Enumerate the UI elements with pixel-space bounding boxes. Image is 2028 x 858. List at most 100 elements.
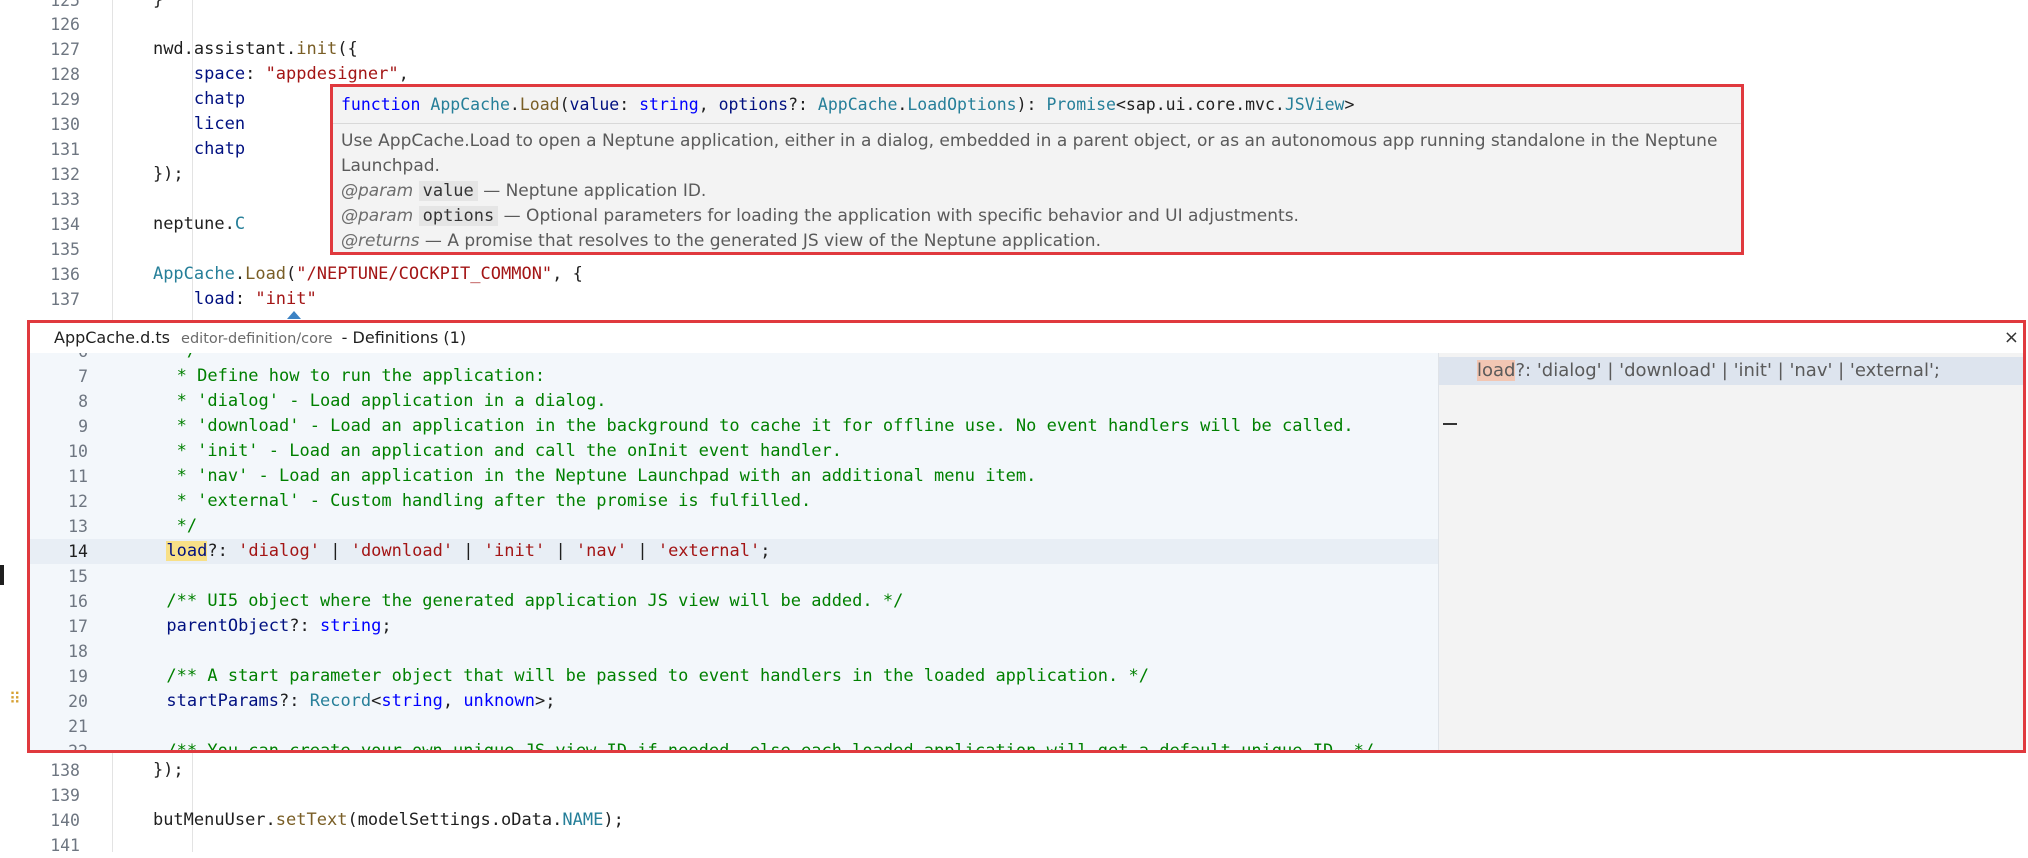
line-number: 130: [50, 115, 80, 134]
line-code: AppCache.Load("/NEPTUNE/COCKPIT_COMMON",…: [152, 264, 583, 284]
line-number: 17: [68, 617, 88, 636]
line-code: */: [176, 516, 198, 536]
line-code: });: [112, 760, 184, 780]
peek-definition-panel[interactable]: AppCache.d.ts editor-definition/core - D…: [27, 320, 2026, 753]
line-number: 129: [50, 90, 80, 109]
line-code: neptune.C: [152, 214, 246, 234]
peek-code-line[interactable]: 15: [30, 564, 1438, 589]
param-tag: @param: [341, 181, 414, 201]
hover-description: Use AppCache.Load to open a Neptune appl…: [341, 131, 1718, 176]
peek-code-line[interactable]: 14 load?: 'dialog' | 'download' | 'init'…: [30, 539, 1438, 564]
line-code: startParams?: Record<string, unknown>;: [166, 691, 556, 711]
param-name: value: [418, 181, 478, 201]
code-line[interactable]: 141: [0, 833, 2028, 858]
hover-tooltip: function AppCache.Load(value: string, op…: [330, 84, 1744, 255]
returns-tag: @returns: [341, 231, 420, 251]
peek-code-line[interactable]: 22 /** You can create your own unique JS…: [30, 739, 1438, 750]
line-number: 140: [50, 811, 80, 830]
line-code: chatp: [193, 89, 246, 109]
peek-code-line[interactable]: 11 * 'nav' - Load an application in the …: [30, 464, 1438, 489]
line-number: 12: [68, 492, 88, 511]
reference-text: ?: 'dialog' | 'download' | 'init' | 'nav…: [1515, 360, 1940, 381]
line-code: * 'nav' - Load an application in the Nep…: [176, 466, 1037, 486]
peek-code-line[interactable]: 18: [30, 639, 1438, 664]
function-signature: function AppCache.Load(value: string, op…: [333, 87, 1741, 124]
code-line[interactable]: 127 nwd.assistant.init({: [0, 37, 2028, 62]
line-code: /** A start parameter object that will b…: [166, 666, 1149, 686]
line-number: 138: [50, 761, 80, 780]
line-number: 16: [68, 592, 88, 611]
line-number: 14: [68, 542, 88, 561]
line-code: /** You can create your own unique JS vi…: [105, 739, 1374, 750]
line-code: * Define how to run the application:: [176, 366, 546, 386]
line-code: */: [105, 353, 197, 364]
line-number: 139: [50, 786, 80, 805]
peek-file-path: editor-definition/core: [181, 331, 333, 347]
line-code: load?: 'dialog' | 'download' | 'init' | …: [166, 541, 771, 561]
peek-code-line[interactable]: 9 * 'download' - Load an application in …: [30, 414, 1438, 439]
line-code: * 'download' - Load an application in th…: [176, 416, 1354, 436]
line-number: 126: [50, 15, 80, 34]
line-number: 133: [50, 190, 80, 209]
line-number: 18: [68, 642, 88, 661]
param-desc: — Neptune application ID.: [483, 181, 707, 201]
code-line[interactable]: 140 butMenuUser.setText(modelSettings.oD…: [0, 808, 2028, 833]
line-code: butMenuUser.setText(modelSettings.oData.…: [152, 810, 624, 830]
param-options-doc: @param options — Optional parameters for…: [341, 204, 1729, 229]
peek-code-line[interactable]: 20 startParams?: Record<string, unknown>…: [30, 689, 1438, 714]
line-code: chatp: [193, 139, 246, 159]
line-number: 9: [78, 417, 88, 436]
peek-title: - Definitions (1): [341, 328, 467, 347]
line-number: 10: [68, 442, 88, 461]
code-line[interactable]: 136 AppCache.Load("/NEPTUNE/COCKPIT_COMM…: [0, 262, 2028, 287]
code-line[interactable]: 126: [0, 12, 2028, 37]
peek-code-line[interactable]: 6 */: [30, 353, 1438, 364]
line-number: 134: [50, 215, 80, 234]
line-code: * 'init' - Load an application and call …: [176, 441, 842, 461]
code-line[interactable]: 138 });: [0, 758, 2028, 783]
peek-reference-list: load?: 'dialog' | 'download' | 'init' | …: [1438, 353, 2023, 750]
line-number: 135: [50, 240, 80, 259]
param-tag: @param: [341, 206, 414, 226]
line-code: nwd.assistant.init({: [152, 39, 358, 59]
line-number: 15: [68, 567, 88, 586]
peek-code-line[interactable]: 7 * Define how to run the application:: [30, 364, 1438, 389]
param-desc: — Optional parameters for loading the ap…: [503, 206, 1299, 226]
minimap-marker: [1443, 423, 1457, 425]
line-number: 7: [78, 367, 88, 386]
line-number: 19: [68, 667, 88, 686]
code-line[interactable]: 139: [0, 783, 2028, 808]
line-number: 141: [50, 836, 80, 855]
code-line[interactable]: 137 load: "init": [0, 287, 2028, 312]
line-number: 22: [40, 739, 88, 750]
peek-code-line[interactable]: 16 /** UI5 object where the generated ap…: [30, 589, 1438, 614]
line-number: 128: [50, 65, 80, 84]
peek-code-line[interactable]: 12 * 'external' - Custom handling after …: [30, 489, 1438, 514]
peek-code-line[interactable]: 8 * 'dialog' - Load application in a dia…: [30, 389, 1438, 414]
peek-code-line[interactable]: 19 /** A start parameter object that wil…: [30, 664, 1438, 689]
line-code: licen: [193, 114, 246, 134]
peek-code-line[interactable]: 17 parentObject?: string;: [30, 614, 1438, 639]
line-number: 132: [50, 165, 80, 184]
peek-editor[interactable]: 6 */7 * Define how to run the applicatio…: [30, 353, 1438, 750]
line-number: 136: [50, 265, 80, 284]
line-code: * 'dialog' - Load application in a dialo…: [176, 391, 607, 411]
peek-caret-icon: [287, 311, 301, 319]
line-number: 8: [78, 392, 88, 411]
peek-file-name[interactable]: AppCache.d.ts: [54, 328, 170, 347]
line-code: parentObject?: string;: [166, 616, 392, 636]
peek-code-line[interactable]: 21: [30, 714, 1438, 739]
peek-code-line[interactable]: 13 */: [30, 514, 1438, 539]
line-code: * 'external' - Custom handling after the…: [176, 491, 812, 511]
line-number: 20: [68, 692, 88, 711]
line-number: 21: [68, 717, 88, 736]
returns-doc: @returns — A promise that resolves to th…: [341, 229, 1729, 254]
line-code: /** UI5 object where the generated appli…: [166, 591, 904, 611]
line-number: 6: [40, 353, 88, 364]
hover-documentation: Use AppCache.Load to open a Neptune appl…: [341, 129, 1729, 254]
reference-item[interactable]: load?: 'dialog' | 'download' | 'init' | …: [1439, 357, 2023, 385]
close-icon[interactable]: ×: [2004, 323, 2019, 353]
line-code: });: [112, 164, 184, 184]
line-number: 13: [68, 517, 88, 536]
peek-code-line[interactable]: 10 * 'init' - Load an application and ca…: [30, 439, 1438, 464]
